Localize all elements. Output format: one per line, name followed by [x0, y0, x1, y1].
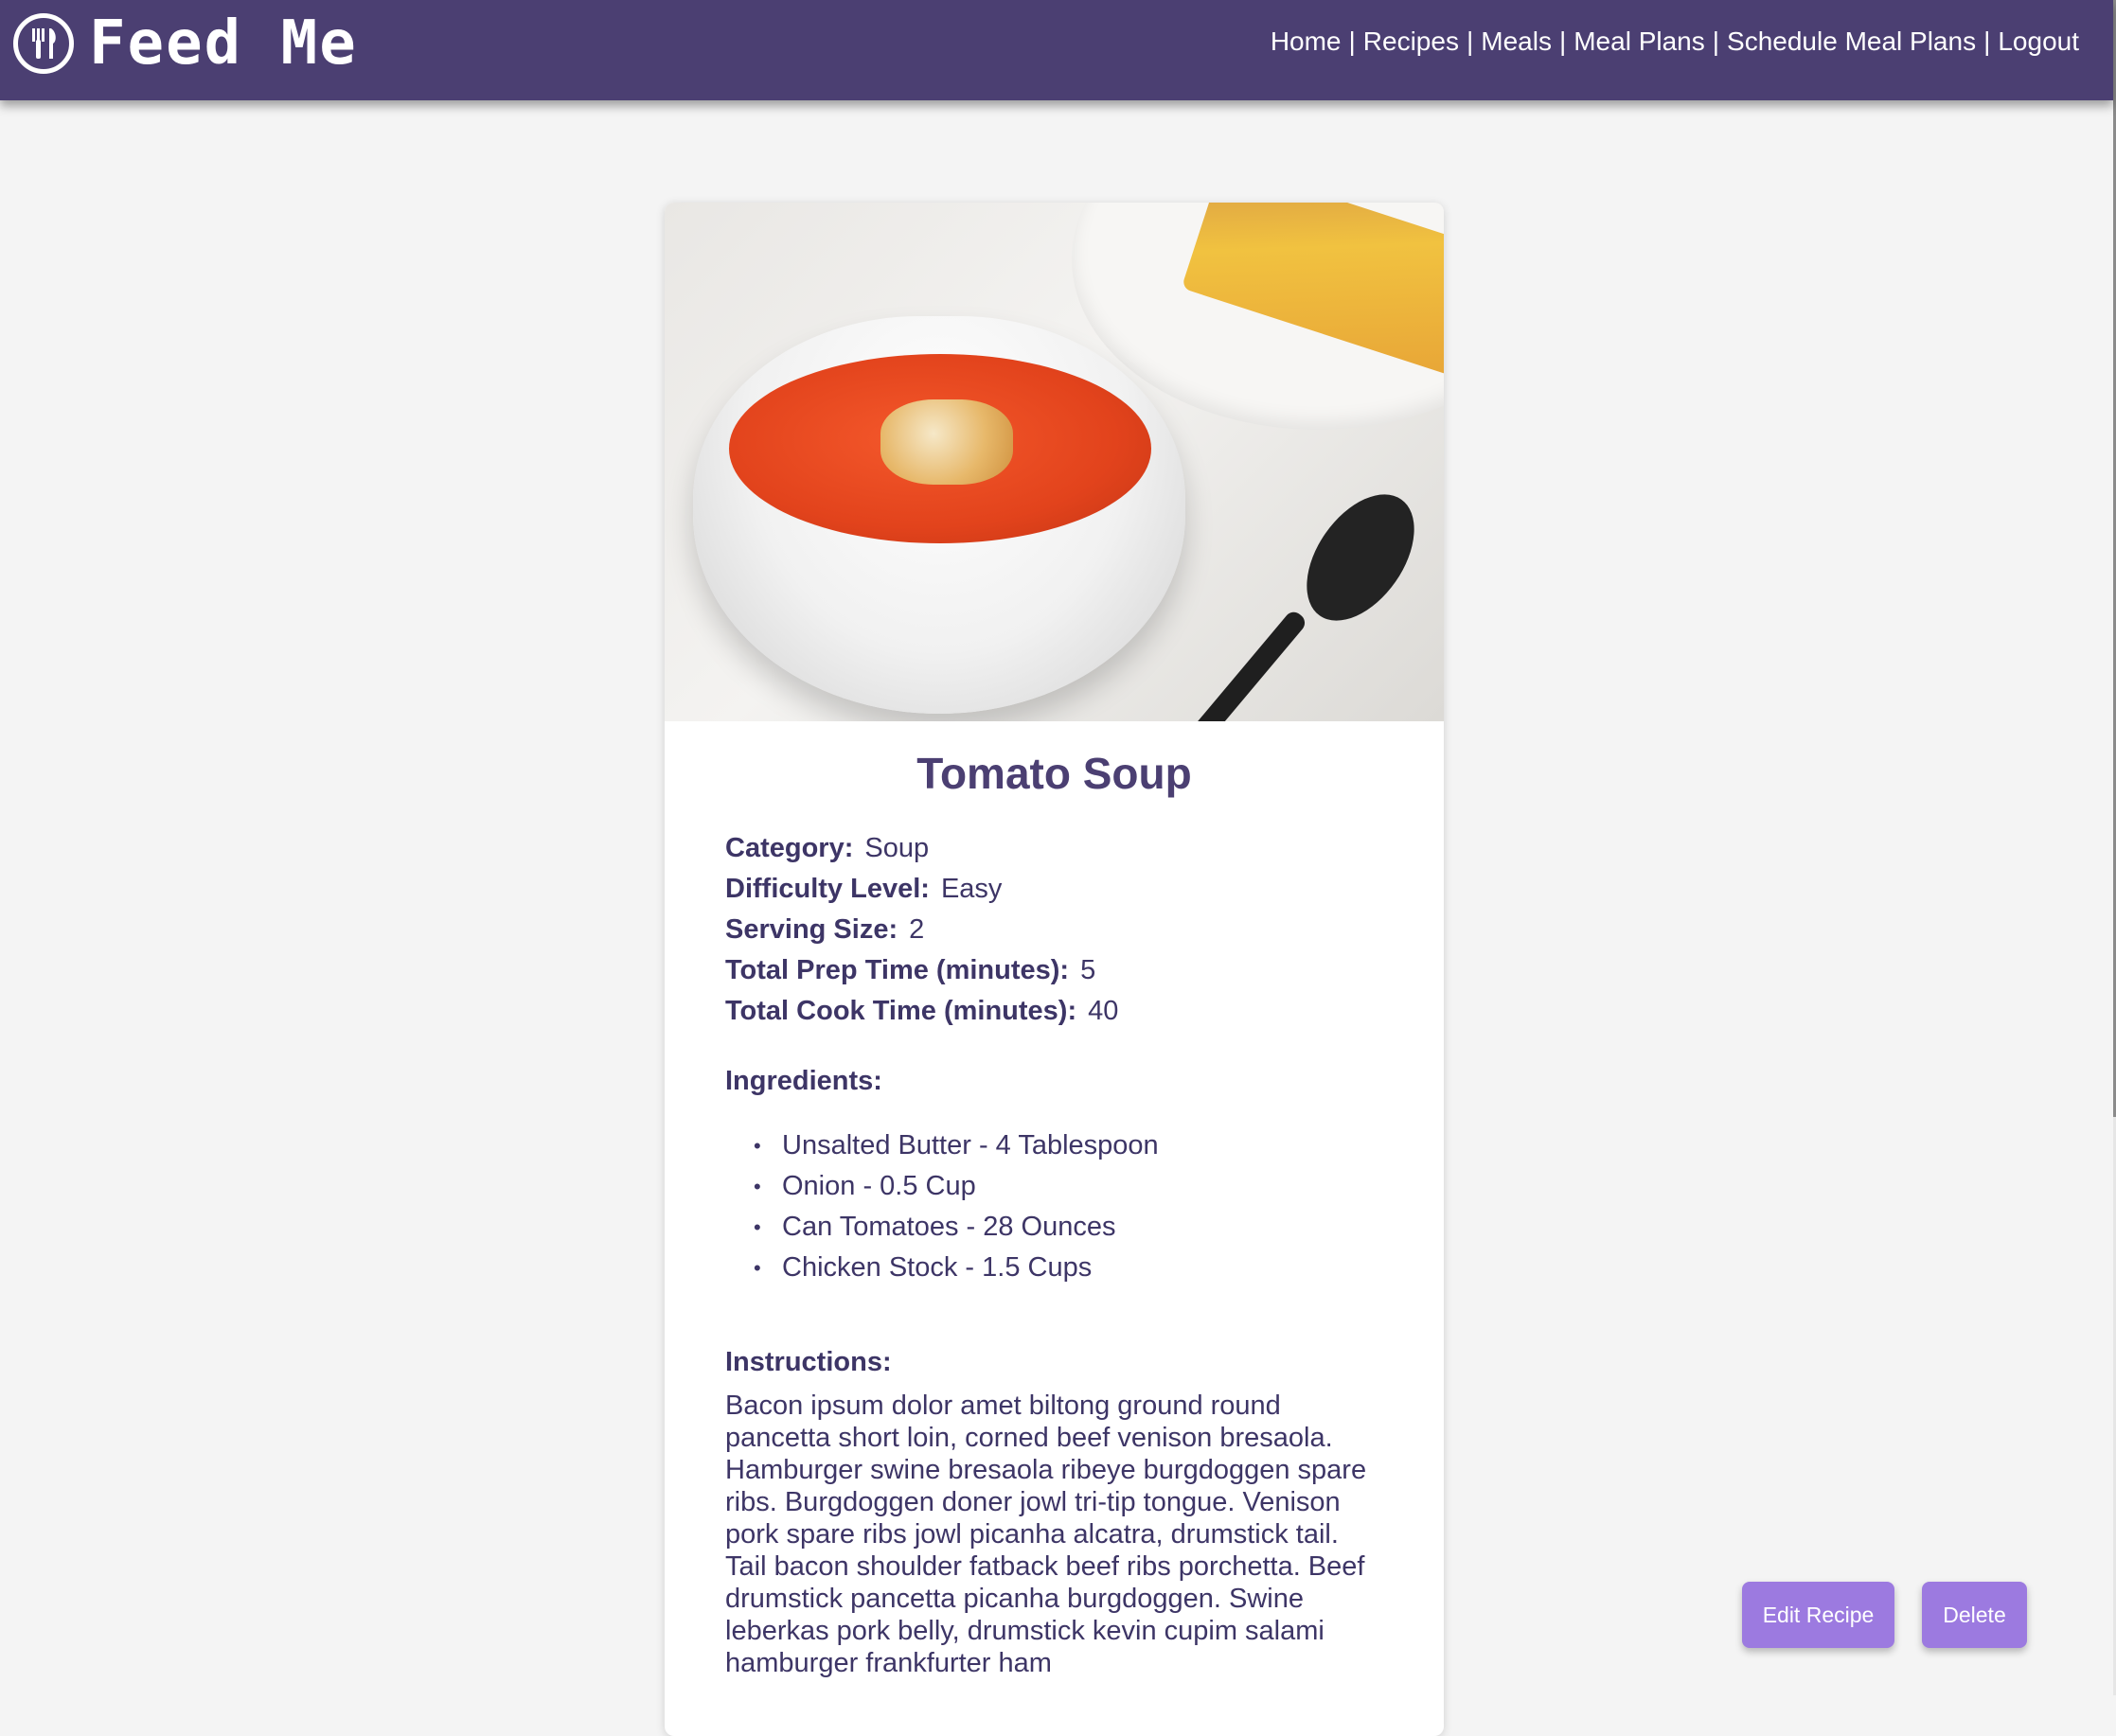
ingredient-text: Unsalted Butter - 4 Tablespoon [782, 1130, 1159, 1161]
detail-label: Difficulty Level: [725, 874, 930, 905]
detail-value: Easy [940, 874, 1003, 905]
fork-knife-plate-icon [13, 13, 74, 74]
detail-cook-time: Total Cook Time (minutes): 40 [725, 991, 1383, 1032]
bullet-icon: • [754, 1256, 761, 1281]
nav-recipes[interactable]: Recipes [1363, 27, 1459, 57]
croutons [880, 399, 1013, 485]
nav-schedule-meal-plans[interactable]: Schedule Meal Plans [1727, 27, 1976, 57]
detail-label: Category: [725, 833, 854, 864]
nav-separator: | [1466, 27, 1474, 56]
detail-prep-time: Total Prep Time (minutes): 5 [725, 950, 1383, 991]
detail-serving-size: Serving Size: 2 [725, 910, 1383, 950]
top-navbar: Feed Me Home | Recipes | Meals | Meal Pl… [0, 0, 2113, 100]
instructions-heading: Instructions: [725, 1347, 892, 1378]
bullet-icon: • [754, 1175, 761, 1199]
ingredients-list: • Unsalted Butter - 4 Tablespoon • Onion -… [725, 1125, 1383, 1288]
recipe-details: Category: Soup Difficulty Level: Easy Serv… [725, 828, 1383, 1032]
nav-meals[interactable]: Meals [1481, 27, 1552, 57]
ingredient-text: Can Tomatoes - 28 Ounces [782, 1212, 1116, 1243]
recipe-title: Tomato Soup [916, 749, 1192, 798]
ingredient-item: • Unsalted Butter - 4 Tablespoon [754, 1125, 1383, 1166]
detail-value: 5 [1080, 955, 1096, 986]
ingredient-item: • Chicken Stock - 1.5 Cups [754, 1248, 1383, 1288]
recipe-body: Tomato Soup Category: Soup Difficulty Lev… [665, 748, 1444, 1679]
bullet-icon: • [754, 1134, 761, 1159]
spoon [1285, 474, 1436, 641]
nav-meal-plans[interactable]: Meal Plans [1574, 27, 1705, 57]
instructions-text: Bacon ipsum dolor amet biltong ground ro… [725, 1391, 1367, 1679]
detail-category: Category: Soup [725, 828, 1383, 869]
detail-value: Soup [864, 833, 930, 864]
ingredients-heading: Ingredients: [725, 1066, 882, 1097]
recipe-card: Tomato Soup Category: Soup Difficulty Lev… [665, 203, 1444, 1736]
detail-value: 2 [909, 914, 925, 946]
detail-label: Total Cook Time (minutes): [725, 996, 1077, 1027]
nav-logout[interactable]: Logout [1998, 27, 2079, 57]
nav-separator: | [1558, 27, 1567, 56]
edit-recipe-button[interactable]: Edit Recipe [1742, 1582, 1894, 1648]
brand[interactable]: Feed Me [13, 11, 358, 76]
bullet-icon: • [754, 1215, 761, 1240]
ingredient-item: • Onion - 0.5 Cup [754, 1166, 1383, 1207]
recipe-image [665, 203, 1444, 721]
nav-separator: | [1983, 27, 1991, 56]
spoon-handle [1158, 608, 1309, 721]
ingredient-text: Onion - 0.5 Cup [782, 1171, 976, 1202]
delete-button[interactable]: Delete [1922, 1582, 2027, 1648]
nav-separator: | [1348, 27, 1356, 56]
nav-links: Home | Recipes | Meals | Meal Plans | Sc… [1271, 27, 2079, 57]
detail-label: Serving Size: [725, 914, 898, 946]
detail-value: 40 [1088, 996, 1119, 1027]
ingredient-item: • Can Tomatoes - 28 Ounces [754, 1207, 1383, 1248]
detail-difficulty: Difficulty Level: Easy [725, 869, 1383, 910]
nav-separator: | [1712, 27, 1720, 56]
ingredient-text: Chicken Stock - 1.5 Cups [782, 1252, 1093, 1284]
nav-home[interactable]: Home [1271, 27, 1342, 57]
brand-name: Feed Me [89, 9, 358, 79]
detail-label: Total Prep Time (minutes): [725, 955, 1070, 986]
